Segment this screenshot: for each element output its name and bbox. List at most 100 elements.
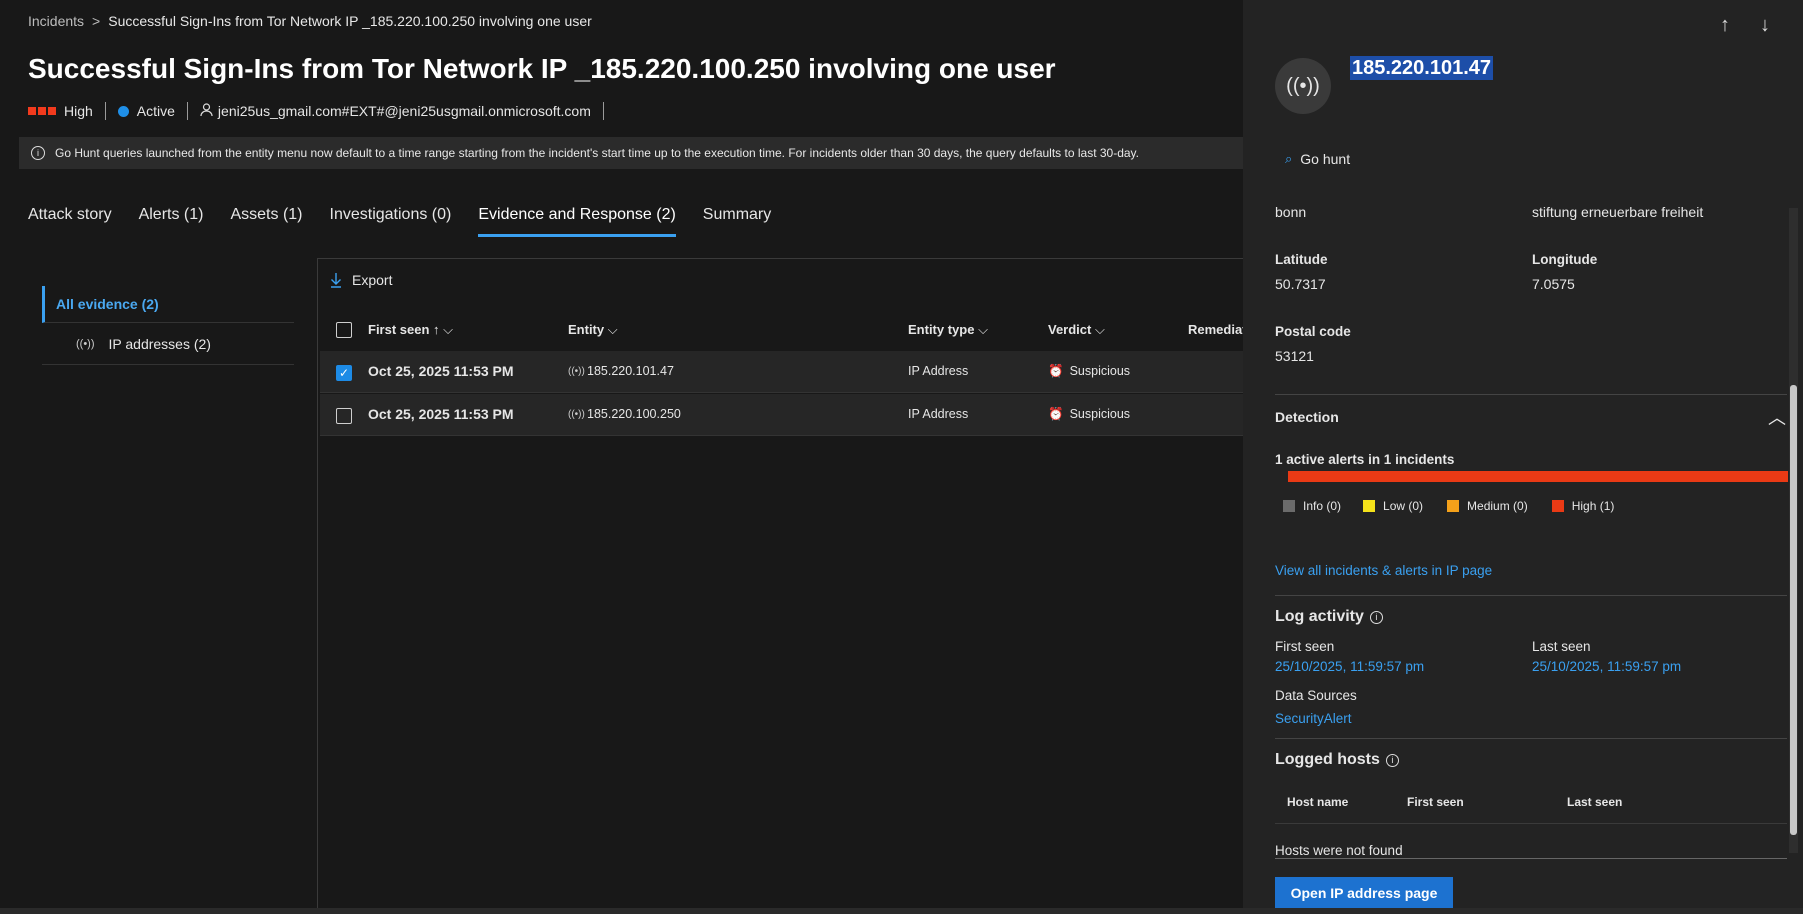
- export-button[interactable]: Export: [330, 272, 392, 288]
- column-entity[interactable]: Entity ⌵: [568, 322, 618, 338]
- nav-ip-addresses-label: IP addresses (2): [108, 335, 211, 352]
- arrow-up-icon[interactable]: ↑: [1720, 14, 1730, 37]
- info-banner-text: Go Hunt queries launched from the entity…: [55, 146, 1139, 160]
- go-hunt-button[interactable]: ⌕ Go hunt: [1285, 151, 1350, 167]
- log-activity-header: Log activity i: [1275, 608, 1383, 626]
- chevron-down-icon: ⌵: [978, 322, 988, 337]
- table-row[interactable]: Oct 25, 2025 11:53 PM ((•)) 185.220.100.…: [320, 394, 1243, 436]
- info-banner: i Go Hunt queries launched from the enti…: [19, 137, 1243, 169]
- view-all-incidents-link[interactable]: View all incidents & alerts in IP page: [1275, 563, 1492, 578]
- latitude-label: Latitude: [1275, 252, 1328, 267]
- row-entity-type: IP Address: [908, 407, 969, 421]
- chevron-down-icon: ⌵: [1094, 322, 1105, 337]
- tab-attack-story[interactable]: Attack story: [28, 206, 112, 237]
- broadcast-icon: ((•)): [568, 366, 585, 377]
- divider: [1275, 738, 1787, 739]
- legend-swatch-info: [1283, 500, 1295, 512]
- column-entity-type[interactable]: Entity type ⌵: [908, 322, 988, 338]
- column-first-seen[interactable]: First seen ↑ ⌵: [368, 322, 453, 338]
- tab-assets[interactable]: Assets (1): [230, 206, 302, 237]
- first-seen-value[interactable]: 25/10/2025, 11:59:57 pm: [1275, 659, 1424, 674]
- first-seen-label: First seen: [1275, 639, 1335, 654]
- window-bottom-edge: [0, 908, 1803, 914]
- nav-all-evidence[interactable]: All evidence (2): [42, 286, 294, 323]
- info-icon: i: [1385, 753, 1399, 767]
- arrow-down-icon[interactable]: ↓: [1760, 14, 1770, 37]
- row-first-seen: Oct 25, 2025 11:53 PM: [368, 363, 514, 379]
- chevron-up-icon[interactable]: ︿: [1768, 404, 1786, 430]
- user-link[interactable]: jeni25us_gmail.com#EXT#@jeni25usgmail.on…: [218, 103, 591, 119]
- alerts-summary: 1 active alerts in 1 incidents: [1275, 452, 1455, 467]
- select-all-checkbox[interactable]: [336, 322, 352, 338]
- nav-ip-addresses[interactable]: ((•)) IP addresses (2): [42, 323, 294, 365]
- hunt-icon: ⌕: [1285, 151, 1293, 166]
- broadcast-icon: ((•)): [76, 337, 95, 350]
- legend-medium: Medium (0): [1447, 499, 1528, 513]
- divider: [1275, 595, 1787, 596]
- info-icon: i: [31, 146, 45, 160]
- row-checkbox[interactable]: [336, 408, 352, 424]
- legend-swatch-low: [1363, 500, 1376, 512]
- hosts-column-host-name[interactable]: Host name: [1287, 795, 1348, 809]
- page-title: Successful Sign-Ins from Tor Network IP …: [28, 53, 1056, 84]
- tab-investigations[interactable]: Investigations (0): [330, 206, 452, 237]
- evidence-side-nav: All evidence (2) ((•)) IP addresses (2): [42, 286, 294, 365]
- logged-hosts-header: Logged hosts i: [1275, 751, 1399, 769]
- column-remediation[interactable]: Remediati: [1188, 322, 1250, 337]
- tab-alerts[interactable]: Alerts (1): [139, 206, 204, 237]
- table-header: First seen ↑ ⌵ Entity ⌵ Entity type ⌵ Ve…: [320, 316, 1250, 350]
- row-verdict: ⏰ Suspicious: [1048, 407, 1131, 421]
- chevron-right-icon: >: [92, 13, 101, 29]
- detection-section-header[interactable]: Detection: [1275, 409, 1339, 425]
- suspicious-icon: ⏰: [1048, 407, 1064, 421]
- legend-low: Low (0): [1363, 499, 1423, 513]
- status-label: Active: [136, 103, 175, 119]
- divider: [1275, 394, 1787, 395]
- suspicious-icon: ⏰: [1048, 364, 1064, 378]
- ip-title: 185.220.101.47: [1350, 56, 1494, 80]
- divider: [104, 102, 106, 120]
- column-verdict[interactable]: Verdict ⌵: [1048, 322, 1105, 338]
- legend-info: Info (0): [1283, 499, 1341, 513]
- info-icon: i: [1369, 610, 1383, 624]
- row-entity[interactable]: 185.220.100.250: [587, 407, 681, 421]
- data-sources-label: Data Sources: [1275, 688, 1357, 703]
- chevron-down-icon: ⌵: [443, 322, 454, 337]
- status-dot-icon: [117, 105, 129, 117]
- open-ip-address-page-button[interactable]: Open IP address page: [1275, 877, 1453, 909]
- sort-up-icon: ↑: [433, 322, 440, 337]
- breadcrumb-incidents-link[interactable]: Incidents: [28, 13, 84, 29]
- chevron-down-icon: ⌵: [607, 322, 618, 337]
- severity-bars-icon: [28, 107, 56, 115]
- longitude-label: Longitude: [1532, 252, 1598, 267]
- divider: [317, 258, 318, 914]
- row-entity-type: IP Address: [908, 364, 969, 378]
- row-verdict: ⏰ Suspicious: [1048, 364, 1131, 378]
- last-seen-label: Last seen: [1532, 639, 1591, 654]
- tab-evidence-and-response[interactable]: Evidence and Response (2): [478, 206, 676, 237]
- data-source-link[interactable]: SecurityAlert: [1275, 711, 1352, 726]
- table-row[interactable]: ✓ Oct 25, 2025 11:53 PM ((•)) 185.220.10…: [320, 351, 1243, 393]
- hosts-column-last-seen[interactable]: Last seen: [1567, 795, 1622, 809]
- legend-swatch-high: [1551, 500, 1564, 512]
- postal-code-label: Postal code: [1275, 324, 1351, 339]
- download-icon: [331, 273, 341, 288]
- divider: [317, 258, 1243, 259]
- breadcrumb-current: Successful Sign-Ins from Tor Network IP …: [108, 13, 592, 29]
- user-icon: [200, 102, 213, 120]
- tab-summary[interactable]: Summary: [703, 206, 771, 237]
- hosts-column-first-seen[interactable]: First seen: [1407, 795, 1464, 809]
- breadcrumb: Incidents > Successful Sign-Ins from Tor…: [28, 13, 592, 29]
- organization-value: stiftung erneuerbare freiheit: [1532, 204, 1704, 220]
- row-entity[interactable]: 185.220.101.47: [587, 364, 674, 378]
- incident-tabs: Attack story Alerts (1) Assets (1) Inves…: [28, 206, 771, 237]
- broadcast-icon: ((•)): [568, 409, 585, 420]
- last-seen-value[interactable]: 25/10/2025, 11:59:57 pm: [1532, 659, 1681, 674]
- row-checkbox[interactable]: ✓: [336, 365, 352, 381]
- legend-swatch-medium: [1447, 500, 1460, 512]
- latitude-value: 50.7317: [1275, 276, 1326, 292]
- panel-scrollbar-thumb[interactable]: [1790, 385, 1797, 835]
- city-value: bonn: [1275, 204, 1307, 220]
- export-label: Export: [352, 272, 393, 288]
- divider: [1275, 823, 1787, 824]
